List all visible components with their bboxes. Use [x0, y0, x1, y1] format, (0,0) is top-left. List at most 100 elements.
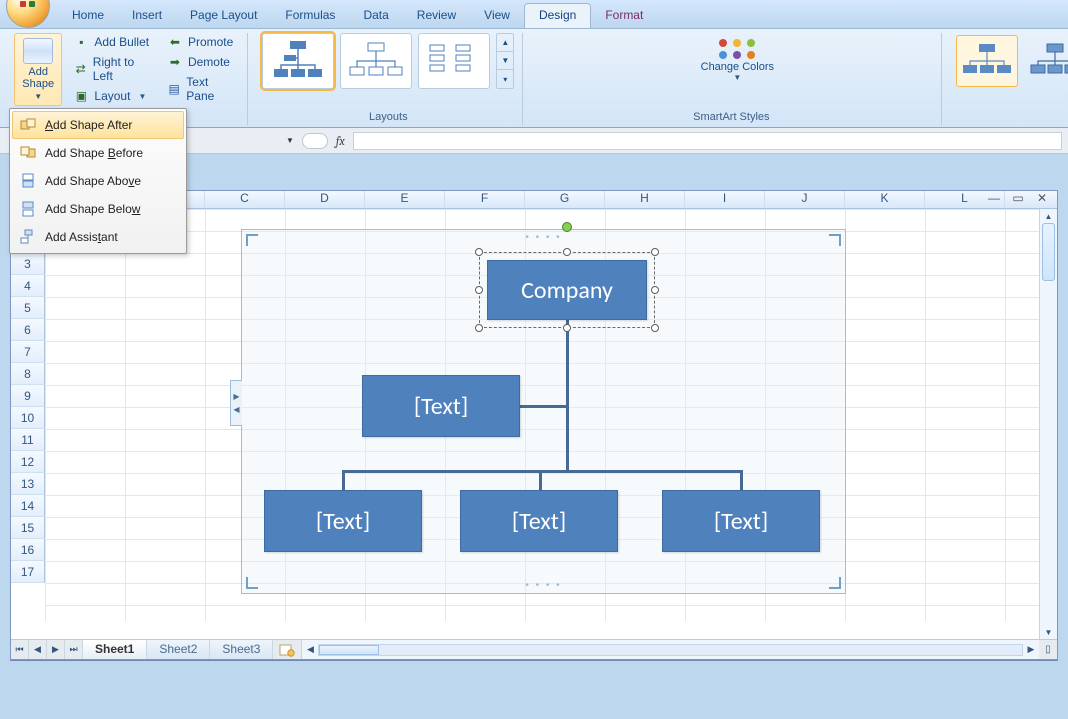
resize-handle[interactable] [475, 286, 483, 294]
resize-handle[interactable] [475, 248, 483, 256]
org-node-assistant[interactable]: [Text] [362, 375, 520, 437]
sheet-nav-prev[interactable]: ◀ [29, 640, 47, 659]
tab-review[interactable]: Review [403, 4, 470, 28]
resize-handle[interactable] [651, 286, 659, 294]
formula-input[interactable] [353, 132, 1062, 150]
row-header[interactable]: 5 [11, 297, 45, 319]
scroll-left-icon[interactable]: ◀ [302, 644, 318, 655]
insert-function-button[interactable] [302, 133, 328, 149]
tab-data[interactable]: Data [349, 4, 402, 28]
col-header[interactable]: D [285, 191, 365, 208]
menu-add-shape-below[interactable]: Add Shape Below [12, 195, 184, 223]
menu-add-shape-above[interactable]: Add Shape Above [12, 167, 184, 195]
sheet-tab-2[interactable]: Sheet2 [147, 640, 210, 659]
org-node-sub[interactable]: [Text] [460, 490, 618, 552]
smartart-object[interactable]: • • • • • • • • ▶◀ Company [Text] [Text]… [241, 229, 846, 594]
name-box[interactable]: ▼ [286, 136, 294, 145]
row-header[interactable]: 4 [11, 275, 45, 297]
restore-button[interactable]: ▭ [1009, 190, 1027, 206]
row-header[interactable]: 14 [11, 495, 45, 517]
sheet-tab-1[interactable]: Sheet1 [83, 640, 147, 659]
assistant-icon [19, 228, 37, 246]
row-header[interactable]: 7 [11, 341, 45, 363]
row-header[interactable]: 16 [11, 539, 45, 561]
style-thumb-1[interactable] [956, 35, 1018, 87]
layout-thumb-2[interactable] [340, 33, 412, 89]
gallery-scroll-down[interactable]: ▼ [497, 52, 513, 70]
text-pane-toggle[interactable]: ▶◀ [230, 380, 242, 426]
scroll-thumb[interactable] [319, 645, 379, 655]
horizontal-scrollbar[interactable]: ◀ ▶ [301, 640, 1039, 659]
demote-button[interactable]: ➡ Demote [162, 53, 239, 71]
row-header[interactable]: 17 [11, 561, 45, 583]
text-pane-button[interactable]: ▤ Text Pane [162, 73, 239, 105]
row-header[interactable]: 10 [11, 407, 45, 429]
row-header[interactable]: 11 [11, 429, 45, 451]
tab-design[interactable]: Design [524, 3, 591, 28]
close-button[interactable]: ✕ [1033, 190, 1051, 206]
tab-formulas[interactable]: Formulas [271, 4, 349, 28]
grip-icon[interactable]: • • • • [525, 580, 561, 591]
sheet-tab-3[interactable]: Sheet3 [210, 640, 273, 659]
add-shape-button[interactable]: Add Shape ▼ [14, 33, 62, 106]
view-split-icon[interactable]: ▯ [1039, 640, 1057, 659]
add-bullet-button[interactable]: ▪ Add Bullet [68, 33, 156, 51]
rotate-handle[interactable] [562, 222, 572, 232]
row-header[interactable]: 13 [11, 473, 45, 495]
scroll-up-icon[interactable]: ▲ [1040, 209, 1057, 223]
tab-page-layout[interactable]: Page Layout [176, 4, 271, 28]
layout-icon: ▣ [74, 89, 88, 103]
tab-view[interactable]: View [470, 4, 524, 28]
col-header[interactable]: H [605, 191, 685, 208]
right-to-left-button[interactable]: ⇄ Right to Left [68, 53, 156, 85]
sheet-nav-first[interactable]: ⏮ [11, 640, 29, 659]
row-header[interactable]: 3 [11, 253, 45, 275]
row-header[interactable]: 8 [11, 363, 45, 385]
col-header[interactable]: I [685, 191, 765, 208]
col-header[interactable]: G [525, 191, 605, 208]
promote-button[interactable]: ⬅ Promote [162, 33, 239, 51]
layout-thumb-3[interactable] [418, 33, 490, 89]
gallery-scroll-up[interactable]: ▲ [497, 34, 513, 52]
change-colors-button[interactable]: Change Colors ▼ [537, 33, 937, 84]
col-header[interactable]: C [205, 191, 285, 208]
sheet-nav-last[interactable]: ⏭ [65, 640, 83, 659]
minimize-button[interactable]: — [985, 190, 1003, 206]
col-header[interactable]: E [365, 191, 445, 208]
menu-add-shape-after[interactable]: Add Shape After [12, 111, 184, 139]
tab-format[interactable]: Format [591, 4, 657, 28]
tab-home[interactable]: Home [58, 4, 118, 28]
org-node-sub[interactable]: [Text] [662, 490, 820, 552]
new-sheet-button[interactable] [273, 640, 301, 659]
connector-line [740, 470, 743, 492]
row-header[interactable]: 6 [11, 319, 45, 341]
row-header[interactable]: 15 [11, 517, 45, 539]
menu-add-shape-before[interactable]: Add Shape Before [12, 139, 184, 167]
scroll-down-icon[interactable]: ▼ [1040, 625, 1057, 639]
resize-handle[interactable] [563, 324, 571, 332]
resize-handle[interactable] [651, 324, 659, 332]
scroll-thumb[interactable] [1042, 223, 1055, 281]
resize-handle[interactable] [651, 248, 659, 256]
right-to-left-label: Right to Left [93, 55, 150, 83]
resize-handle[interactable] [475, 324, 483, 332]
col-header[interactable]: J [765, 191, 845, 208]
col-header[interactable]: F [445, 191, 525, 208]
resize-handle[interactable] [563, 248, 571, 256]
org-node-sub[interactable]: [Text] [264, 490, 422, 552]
sheet-nav-next[interactable]: ▶ [47, 640, 65, 659]
gallery-more-icon[interactable]: ▾ [497, 70, 513, 88]
grip-icon[interactable]: • • • • [525, 232, 561, 243]
style-thumb-2[interactable] [1024, 35, 1068, 87]
office-button[interactable] [6, 0, 50, 28]
text-pane-icon: ▤ [168, 82, 180, 96]
col-header[interactable]: K [845, 191, 925, 208]
vertical-scrollbar[interactable]: ▲ ▼ [1039, 209, 1057, 639]
layout-thumb-1[interactable] [262, 33, 334, 89]
row-header[interactable]: 9 [11, 385, 45, 407]
row-header[interactable]: 12 [11, 451, 45, 473]
menu-add-assistant[interactable]: Add Assistant [12, 223, 184, 251]
layout-button[interactable]: ▣ Layout ▼ [68, 87, 156, 105]
tab-insert[interactable]: Insert [118, 4, 176, 28]
scroll-right-icon[interactable]: ▶ [1023, 644, 1039, 655]
